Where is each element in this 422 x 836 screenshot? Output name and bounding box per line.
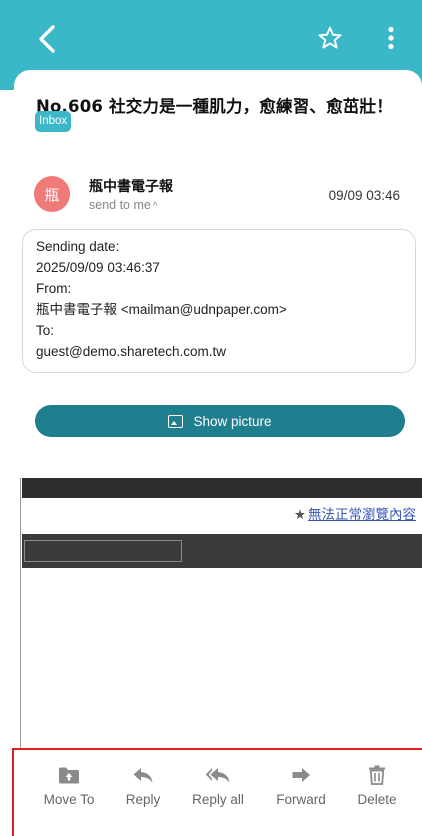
chevron-left-icon [39, 25, 55, 53]
to-label: To: [36, 323, 55, 338]
forward-button[interactable]: Forward [263, 764, 339, 807]
forward-label: Forward [276, 792, 326, 807]
from-value: 瓶中書電子報 <mailman@udnpaper.com> [36, 302, 287, 317]
sender-avatar: 瓶 [34, 176, 70, 212]
move-to-button[interactable]: Move To [31, 764, 107, 807]
show-picture-label: Show picture [193, 413, 272, 429]
more-vertical-icon [388, 26, 394, 50]
reply-label: Reply [125, 792, 161, 807]
email-nav-box [24, 540, 182, 562]
star-button[interactable] [312, 20, 348, 56]
view-in-browser-link[interactable]: 無法正常瀏覽內容 [308, 507, 416, 523]
reply-all-label: Reply all [192, 792, 244, 807]
to-value: guest@demo.sharetech.com.tw [36, 344, 227, 359]
reply-all-button[interactable]: Reply all [180, 764, 256, 807]
reply-button[interactable]: Reply [105, 764, 181, 807]
show-picture-button[interactable]: Show picture [35, 405, 405, 437]
star-outline-icon [318, 26, 342, 49]
delete-button[interactable]: Delete [339, 764, 415, 807]
from-label: From: [36, 281, 72, 296]
reply-icon [132, 764, 154, 786]
recipient-toggle[interactable]: send to me ^ [89, 198, 158, 212]
sender-name: 瓶中書電子報 [89, 179, 173, 195]
mail-subject: No.606 社交力是一種肌力，愈練習、愈茁壯！ [36, 97, 393, 116]
delete-label: Delete [357, 792, 397, 807]
mail-time: 09/09 03:46 [328, 188, 400, 203]
star-icon: ★ [293, 507, 306, 522]
more-options-button[interactable] [378, 20, 404, 56]
mail-details-box: Sending date: 2025/09/09 03:46:37 From: … [22, 229, 416, 373]
folder-badge: Inbox [35, 111, 72, 132]
email-header-band [22, 478, 422, 498]
recipient-toggle-label: send to me [89, 198, 151, 212]
reply-all-icon [205, 764, 231, 786]
image-icon [168, 414, 184, 428]
folder-move-icon [58, 764, 80, 786]
move-to-label: Move To [43, 792, 95, 807]
sending-date-value: 2025/09/09 03:46:37 [36, 260, 160, 275]
sending-date-label: Sending date: [36, 239, 120, 254]
browse-link-row: ★ 無法正常瀏覽內容 [22, 498, 422, 534]
trash-icon [368, 764, 386, 786]
chevron-up-icon: ^ [152, 201, 158, 212]
forward-icon [291, 764, 311, 786]
back-button[interactable] [30, 20, 64, 58]
